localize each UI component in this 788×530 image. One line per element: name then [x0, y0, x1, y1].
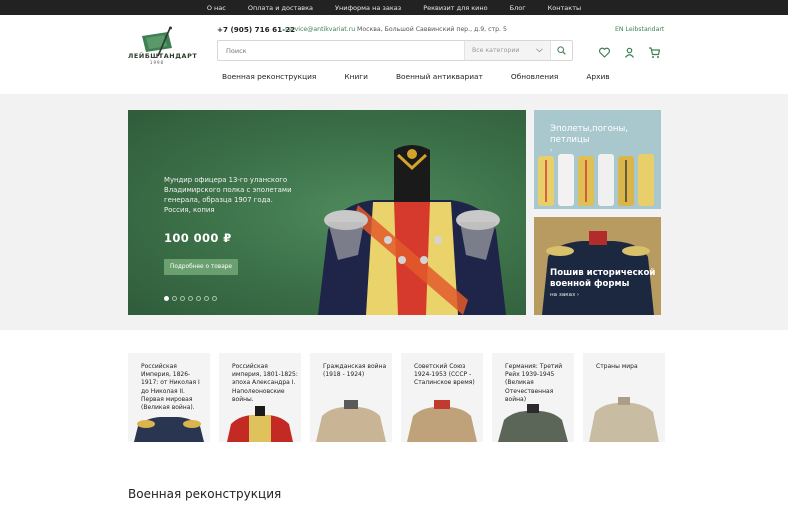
nav-item-antiques[interactable]: Военный антиквариат	[396, 72, 483, 81]
category-select-label: Все категории	[472, 47, 520, 54]
uniform-image	[316, 400, 386, 442]
tailoring-image	[542, 231, 654, 315]
email-link[interactable]: service@antikvariat.ru	[285, 26, 355, 33]
slider-dot[interactable]	[164, 296, 169, 301]
category-select[interactable]: Все категории	[464, 41, 550, 60]
chevron-down-icon	[536, 48, 543, 53]
slider-dot[interactable]	[188, 296, 193, 301]
category-tile[interactable]: Страны мира	[583, 353, 665, 442]
topbar-link-uniform[interactable]: Униформа на заказ	[335, 4, 401, 12]
hero-price: 100 000 ₽	[164, 231, 232, 245]
category-label: Гражданская война (1918 - 1924)	[323, 363, 387, 379]
category-tile[interactable]: Германия: Третий Рейх 1939-1945 (Великая…	[492, 353, 574, 442]
slider-dot[interactable]	[196, 296, 201, 301]
hero-slider[interactable]: Мундир офицера 13-го уланского Владимирс…	[128, 110, 526, 315]
category-tile[interactable]: Гражданская война (1918 - 1924)	[310, 353, 392, 442]
nav-item-updates[interactable]: Обновления	[511, 72, 558, 81]
header-icons	[598, 44, 661, 58]
topbar-link-blog[interactable]: Блог	[510, 4, 526, 12]
uniform-image	[227, 406, 293, 442]
category-tile[interactable]: Советский Союз 1924-1953 (СССР - Сталинс…	[401, 353, 483, 442]
epaulettes-image	[538, 154, 654, 206]
search-button[interactable]	[550, 41, 572, 60]
slider-dot[interactable]	[172, 296, 177, 301]
nav-item-reconstruction[interactable]: Военная реконструкция	[222, 72, 316, 81]
uniform-image	[407, 400, 477, 442]
slider-dot[interactable]	[180, 296, 185, 301]
category-tile[interactable]: Российская Империя, 1826-1917: от Никола…	[128, 353, 210, 442]
cart-icon[interactable]	[648, 44, 661, 58]
search-input[interactable]	[218, 41, 464, 60]
nav-item-archive[interactable]: Архив	[586, 72, 609, 81]
category-tile[interactable]: Российская империя, 1801-1825: эпоха Але…	[219, 353, 301, 442]
topbar-link-contacts[interactable]: Контакты	[548, 4, 581, 12]
nav-item-books[interactable]: Книги	[344, 72, 368, 81]
top-bar: О нас Оплата и доставка Униформа на зака…	[0, 0, 788, 15]
logo-year: 1998	[149, 60, 165, 65]
banner-custom-tailoring[interactable]: Пошив исторической военной формы на зака…	[534, 217, 661, 315]
slider-dots	[164, 296, 217, 301]
hero-uniform-image	[318, 145, 506, 315]
section-title: Военная реконструкция	[128, 487, 282, 501]
language-switch[interactable]: EN Leibstandart	[615, 26, 664, 33]
search-icon	[557, 46, 566, 55]
hero-description: Мундир офицера 13-го уланского Владимирс…	[164, 176, 292, 214]
uniform-image	[589, 397, 659, 442]
slider-dot[interactable]	[212, 296, 217, 301]
category-label: Страны мира	[596, 363, 638, 370]
search-bar: Все категории	[217, 40, 573, 61]
slider-dot[interactable]	[204, 296, 209, 301]
main-nav: Военная реконструкция Книги Военный анти…	[222, 72, 610, 81]
banner-custom-tailoring-title: Пошив исторической военной формы	[550, 268, 656, 289]
user-icon[interactable]	[623, 44, 636, 58]
uniform-image	[498, 404, 568, 442]
logo-text: ЛЕЙБШТАНДАРТ	[128, 52, 198, 60]
topbar-link-payment[interactable]: Оплата и доставка	[248, 4, 313, 12]
uniform-image	[134, 417, 204, 442]
topbar-link-about[interactable]: О нас	[207, 4, 226, 12]
phone-number[interactable]: +7 (905) 716 61-22	[217, 25, 295, 34]
banner-custom-tailoring-subtitle: на заказ ›	[550, 292, 580, 298]
category-tiles: Российская Империя, 1826-1917: от Никола…	[128, 353, 665, 442]
address-text: Москва, Большой Саввинский пер., д.9, ст…	[357, 26, 507, 33]
topbar-link-props[interactable]: Реквизит для кино	[423, 4, 487, 12]
hero-details-button[interactable]: Подробнее о товаре	[164, 259, 238, 275]
category-label: Советский Союз 1924-1953 (СССР - Сталинс…	[414, 363, 475, 387]
banner-epaulettes-title: Эполеты,погоны, петлицы	[550, 124, 628, 145]
banner-epaulettes[interactable]: Эполеты,погоны, петлицы ›	[534, 110, 661, 209]
heart-icon[interactable]	[598, 44, 611, 58]
